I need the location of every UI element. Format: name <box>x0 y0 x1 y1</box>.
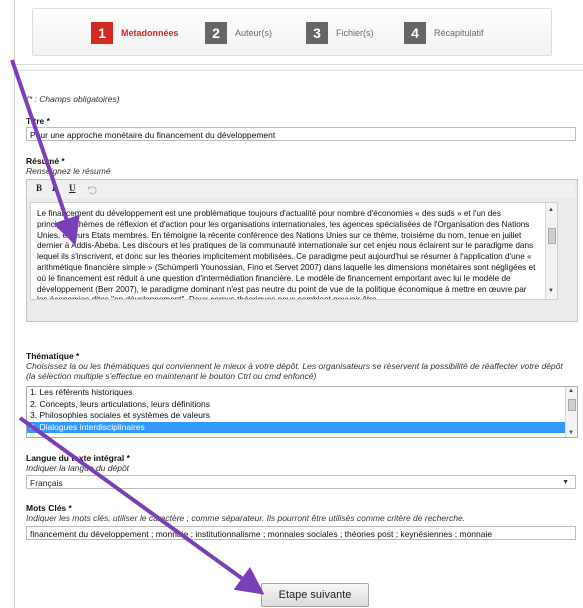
langue-value: Français <box>30 478 63 488</box>
titre-input[interactable]: Pour une approche monétaire du financeme… <box>26 127 576 141</box>
step-4-label: Récapitulatif <box>434 28 484 38</box>
step-2-number: 2 <box>205 22 227 44</box>
scroll-down-icon[interactable]: ▼ <box>548 286 554 297</box>
step-2[interactable]: 2 Auteur(s) <box>205 22 272 44</box>
bold-button[interactable]: B <box>36 183 42 193</box>
step-3[interactable]: 3 Fichier(s) <box>306 22 374 44</box>
required-note: (* : Champs obligatoires) <box>26 94 120 104</box>
chevron-down-icon: ▼ <box>562 479 569 486</box>
langue-label: Langue du texte intégral * <box>26 453 130 463</box>
step-1-number: 1 <box>91 22 113 44</box>
step-1[interactable]: 1 Metadonnées <box>91 22 179 44</box>
divider <box>14 64 583 65</box>
resume-textarea[interactable]: Le financement du développement est une … <box>30 202 558 300</box>
steps-bar: 1 Metadonnées 2 Auteur(s) 3 Fichier(s) 4… <box>32 8 552 56</box>
underline-button[interactable]: U <box>69 183 76 193</box>
scroll-thumb[interactable] <box>548 228 556 244</box>
step-4[interactable]: 4 Récapitulatif <box>404 22 484 44</box>
italic-button[interactable]: I <box>52 183 56 193</box>
mots-cles-input[interactable]: financement du développement ; monnaie ;… <box>26 526 576 540</box>
thematique-label: Thématique * <box>26 351 80 361</box>
divider <box>14 70 583 71</box>
mots-cles-label: Mots Clés * <box>26 503 72 513</box>
resume-scrollbar[interactable]: ▲ ▼ <box>545 203 557 299</box>
thematique-option[interactable]: 1. Les référents historiques <box>27 387 577 399</box>
step-3-number: 3 <box>306 22 328 44</box>
undo-icon[interactable] <box>87 182 97 200</box>
form-panel: 1 Metadonnées 2 Auteur(s) 3 Fichier(s) 4… <box>0 0 583 608</box>
titre-label: Titre * <box>26 116 50 126</box>
editor-toolbar: B I U <box>27 180 575 198</box>
step-2-label: Auteur(s) <box>235 28 273 38</box>
step-3-label: Fichier(s) <box>336 28 374 38</box>
scroll-up-icon[interactable]: ▲ <box>548 205 554 216</box>
scroll-down-icon[interactable]: ▼ <box>568 430 574 436</box>
thematique-option-selected[interactable]: 4. Dialogues interdisciplinaires <box>27 421 577 433</box>
left-border <box>14 0 15 608</box>
resume-label: Résumé * <box>26 156 65 166</box>
scroll-thumb[interactable] <box>568 399 576 411</box>
langue-hint: Indiquer la langue du dépôt <box>26 463 130 473</box>
resume-hint: Renseignez le résumé <box>26 166 111 176</box>
thematique-listbox[interactable]: 1. Les référents historiques 2. Concepts… <box>26 386 578 438</box>
thematique-option[interactable]: 3. Philosophies sociales et systèmes de … <box>27 410 577 422</box>
langue-select[interactable]: Français ▼ <box>26 475 576 489</box>
mots-cles-hint: Indiquer les mots clés, utiliser le cara… <box>26 513 466 523</box>
resume-text: Le financement du développement est une … <box>37 209 536 300</box>
step-1-label: Metadonnées <box>121 28 179 38</box>
resume-editor: B I U Le financement du développement es… <box>26 179 578 322</box>
next-step-button[interactable]: Etape suivante <box>261 583 369 607</box>
scroll-up-icon[interactable]: ▲ <box>568 388 574 394</box>
thematique-option[interactable]: 2. Concepts, leurs articulations, leurs … <box>27 399 577 411</box>
thematique-hint: Choisissez la ou les thématiques qui con… <box>26 361 563 381</box>
step-4-number: 4 <box>404 22 426 44</box>
listbox-scrollbar[interactable]: ▲ ▼ <box>565 387 577 437</box>
